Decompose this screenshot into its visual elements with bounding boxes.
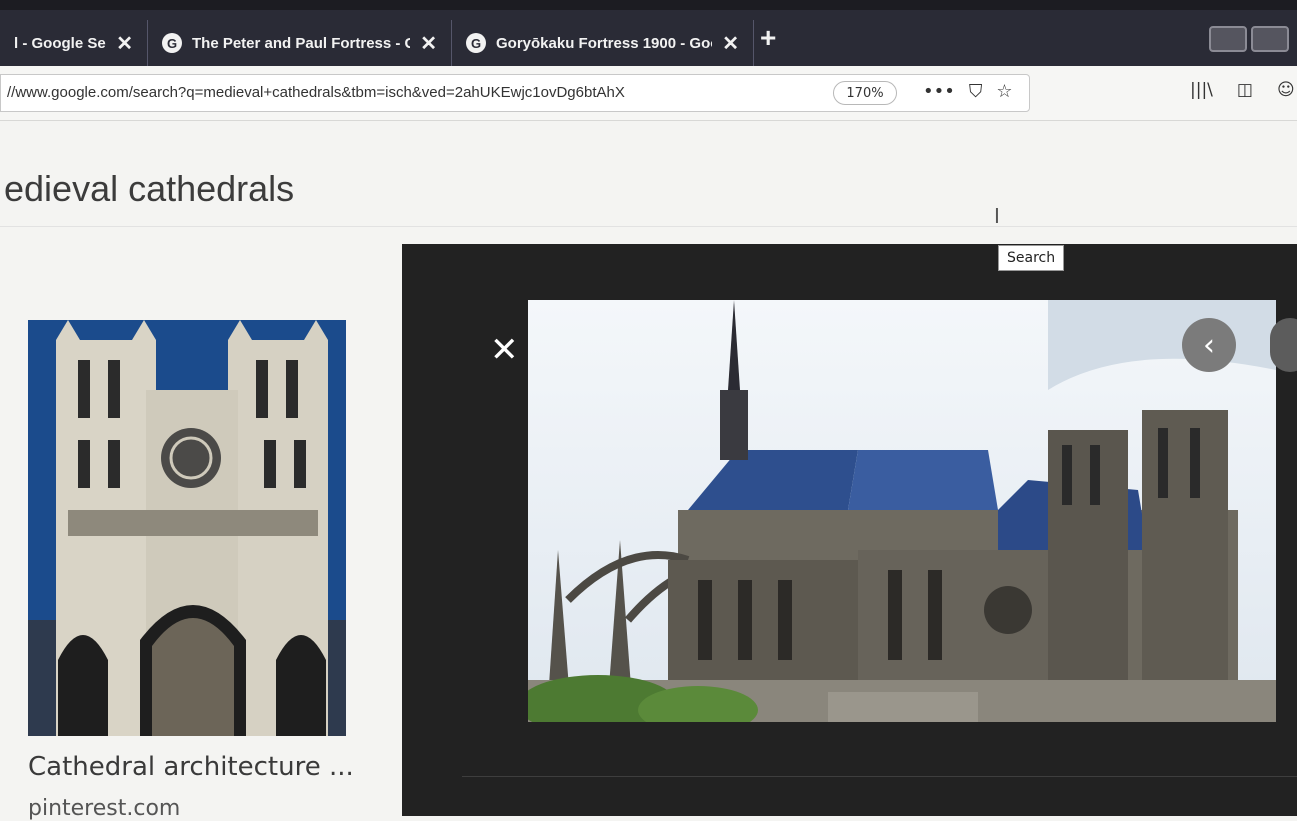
- thumbnail-caption[interactable]: Cathedral architecture ...: [28, 752, 354, 782]
- cathedral-facade-illustration: [28, 320, 346, 736]
- close-icon[interactable]: ✕: [420, 31, 437, 56]
- close-viewer-icon[interactable]: ✕: [490, 330, 519, 370]
- tab-google-search[interactable]: l - Google Sea ✕: [0, 20, 148, 66]
- tab-strip: l - Google Sea ✕ G The Peter and Paul Fo…: [0, 0, 1297, 66]
- search-query-text[interactable]: edieval cathedrals: [4, 168, 294, 210]
- more-actions-icon[interactable]: •••: [923, 81, 955, 102]
- zoom-level-badge[interactable]: 170%: [833, 81, 897, 105]
- account-icon[interactable]: ☺: [1277, 80, 1295, 100]
- minimize-button[interactable]: [1209, 26, 1247, 52]
- sidebar-icon[interactable]: ◫: [1237, 80, 1253, 100]
- tab-title: l - Google Sea: [14, 34, 107, 52]
- maximize-button[interactable]: [1251, 26, 1289, 52]
- search-tooltip: Search: [998, 245, 1065, 271]
- google-favicon-icon: G: [162, 33, 182, 53]
- viewer-divider: [462, 776, 1297, 777]
- header-divider: [0, 226, 1297, 227]
- close-icon[interactable]: ✕: [116, 31, 133, 56]
- navigation-toolbar: //www.google.com/search?q=medieval+cathe…: [0, 66, 1297, 121]
- bookmark-star-icon[interactable]: ☆: [996, 81, 1012, 102]
- tab-peter-paul-fortress[interactable]: G The Peter and Paul Fortress - G ✕: [148, 20, 452, 66]
- library-icon[interactable]: |||\: [1190, 80, 1213, 100]
- cathedral-exterior-illustration: [528, 300, 1276, 722]
- new-tab-button[interactable]: +: [760, 22, 776, 54]
- tab-title: Goryōkaku Fortress 1900 - Goo: [496, 34, 713, 52]
- tab-goryokaku-fortress[interactable]: G Goryōkaku Fortress 1900 - Goo ✕: [452, 20, 754, 66]
- page-actions: ••• ⛉ ☆: [923, 81, 1013, 102]
- thumbnail-source[interactable]: pinterest.com: [28, 796, 180, 821]
- pocket-icon[interactable]: ⛉: [969, 81, 983, 102]
- viewer-main-image[interactable]: [528, 300, 1276, 722]
- next-image-button[interactable]: [1270, 318, 1297, 372]
- window-controls: [1209, 26, 1289, 52]
- address-bar[interactable]: //www.google.com/search?q=medieval+cathe…: [0, 74, 1030, 112]
- url-text[interactable]: //www.google.com/search?q=medieval+cathe…: [7, 84, 787, 101]
- tab-title: The Peter and Paul Fortress - G: [192, 34, 411, 52]
- text-cursor-icon: I: [994, 204, 1000, 228]
- close-icon[interactable]: ✕: [722, 31, 739, 56]
- google-favicon-icon: G: [466, 33, 486, 53]
- previous-image-button[interactable]: ‹: [1182, 318, 1236, 372]
- browser-toolbar-icons: |||\ ◫ ☺: [1190, 80, 1295, 100]
- thumbnail-cathedral-image[interactable]: [28, 320, 346, 736]
